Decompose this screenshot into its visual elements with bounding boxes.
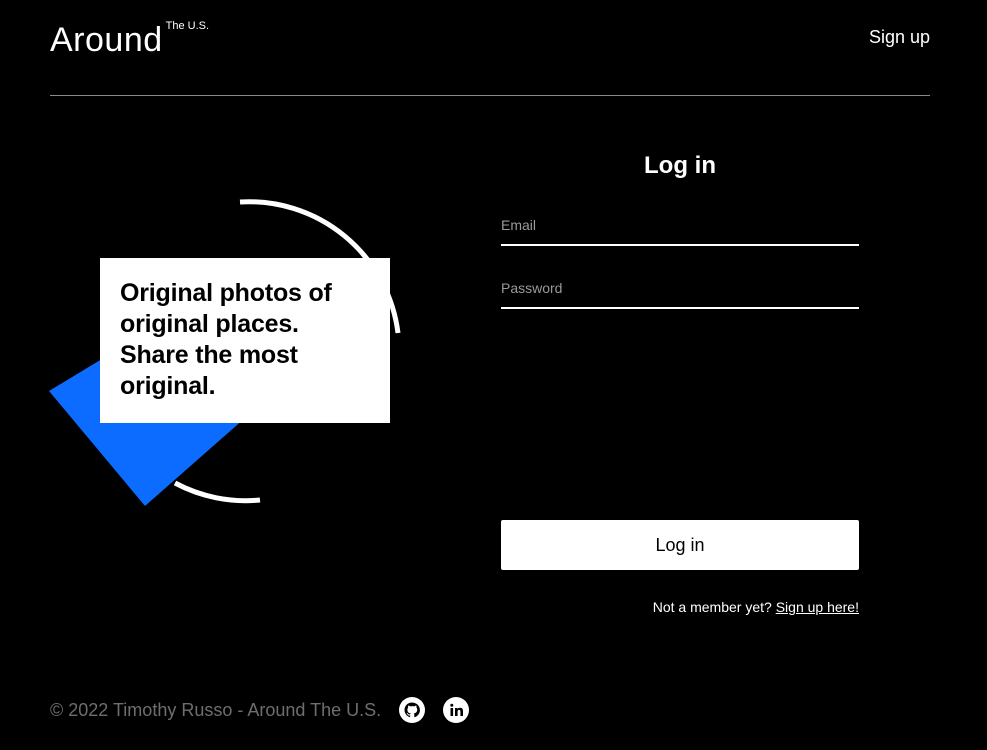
- logo-superscript: The U.S.: [165, 20, 210, 32]
- linkedin-icon[interactable]: [443, 697, 470, 723]
- github-icon[interactable]: [399, 697, 426, 723]
- logo[interactable]: Around The U.S.: [50, 18, 209, 62]
- signup-prompt: Not a member yet? Sign up here!: [653, 598, 859, 616]
- site-header: Around The U.S. Sign up: [50, 0, 930, 96]
- logo-main-text: Around: [50, 21, 163, 59]
- header-signup-link[interactable]: Sign up: [869, 26, 930, 48]
- hero-illustration: Original photos of original places. Shar…: [40, 190, 420, 520]
- site-footer: © 2022 Timothy Russo - Around The U.S.: [50, 694, 470, 726]
- email-input[interactable]: [501, 210, 859, 240]
- login-submit-button[interactable]: Log in: [501, 520, 859, 570]
- email-field-wrapper: [501, 210, 859, 246]
- tagline-text: Original photos of original places. Shar…: [120, 279, 332, 400]
- signup-here-link[interactable]: Sign up here!: [776, 599, 859, 615]
- password-field-wrapper: [501, 273, 859, 309]
- login-title: Log in: [644, 152, 716, 179]
- arc-bottom: [173, 480, 261, 504]
- password-input[interactable]: [501, 273, 859, 303]
- signup-prompt-text: Not a member yet?: [652, 599, 772, 615]
- tagline-card: Original photos of original places. Shar…: [100, 258, 390, 423]
- copyright-text: © 2022 Timothy Russo - Around The U.S.: [50, 700, 382, 720]
- login-form: Log in Log in Not a member yet? Sign up …: [501, 148, 859, 615]
